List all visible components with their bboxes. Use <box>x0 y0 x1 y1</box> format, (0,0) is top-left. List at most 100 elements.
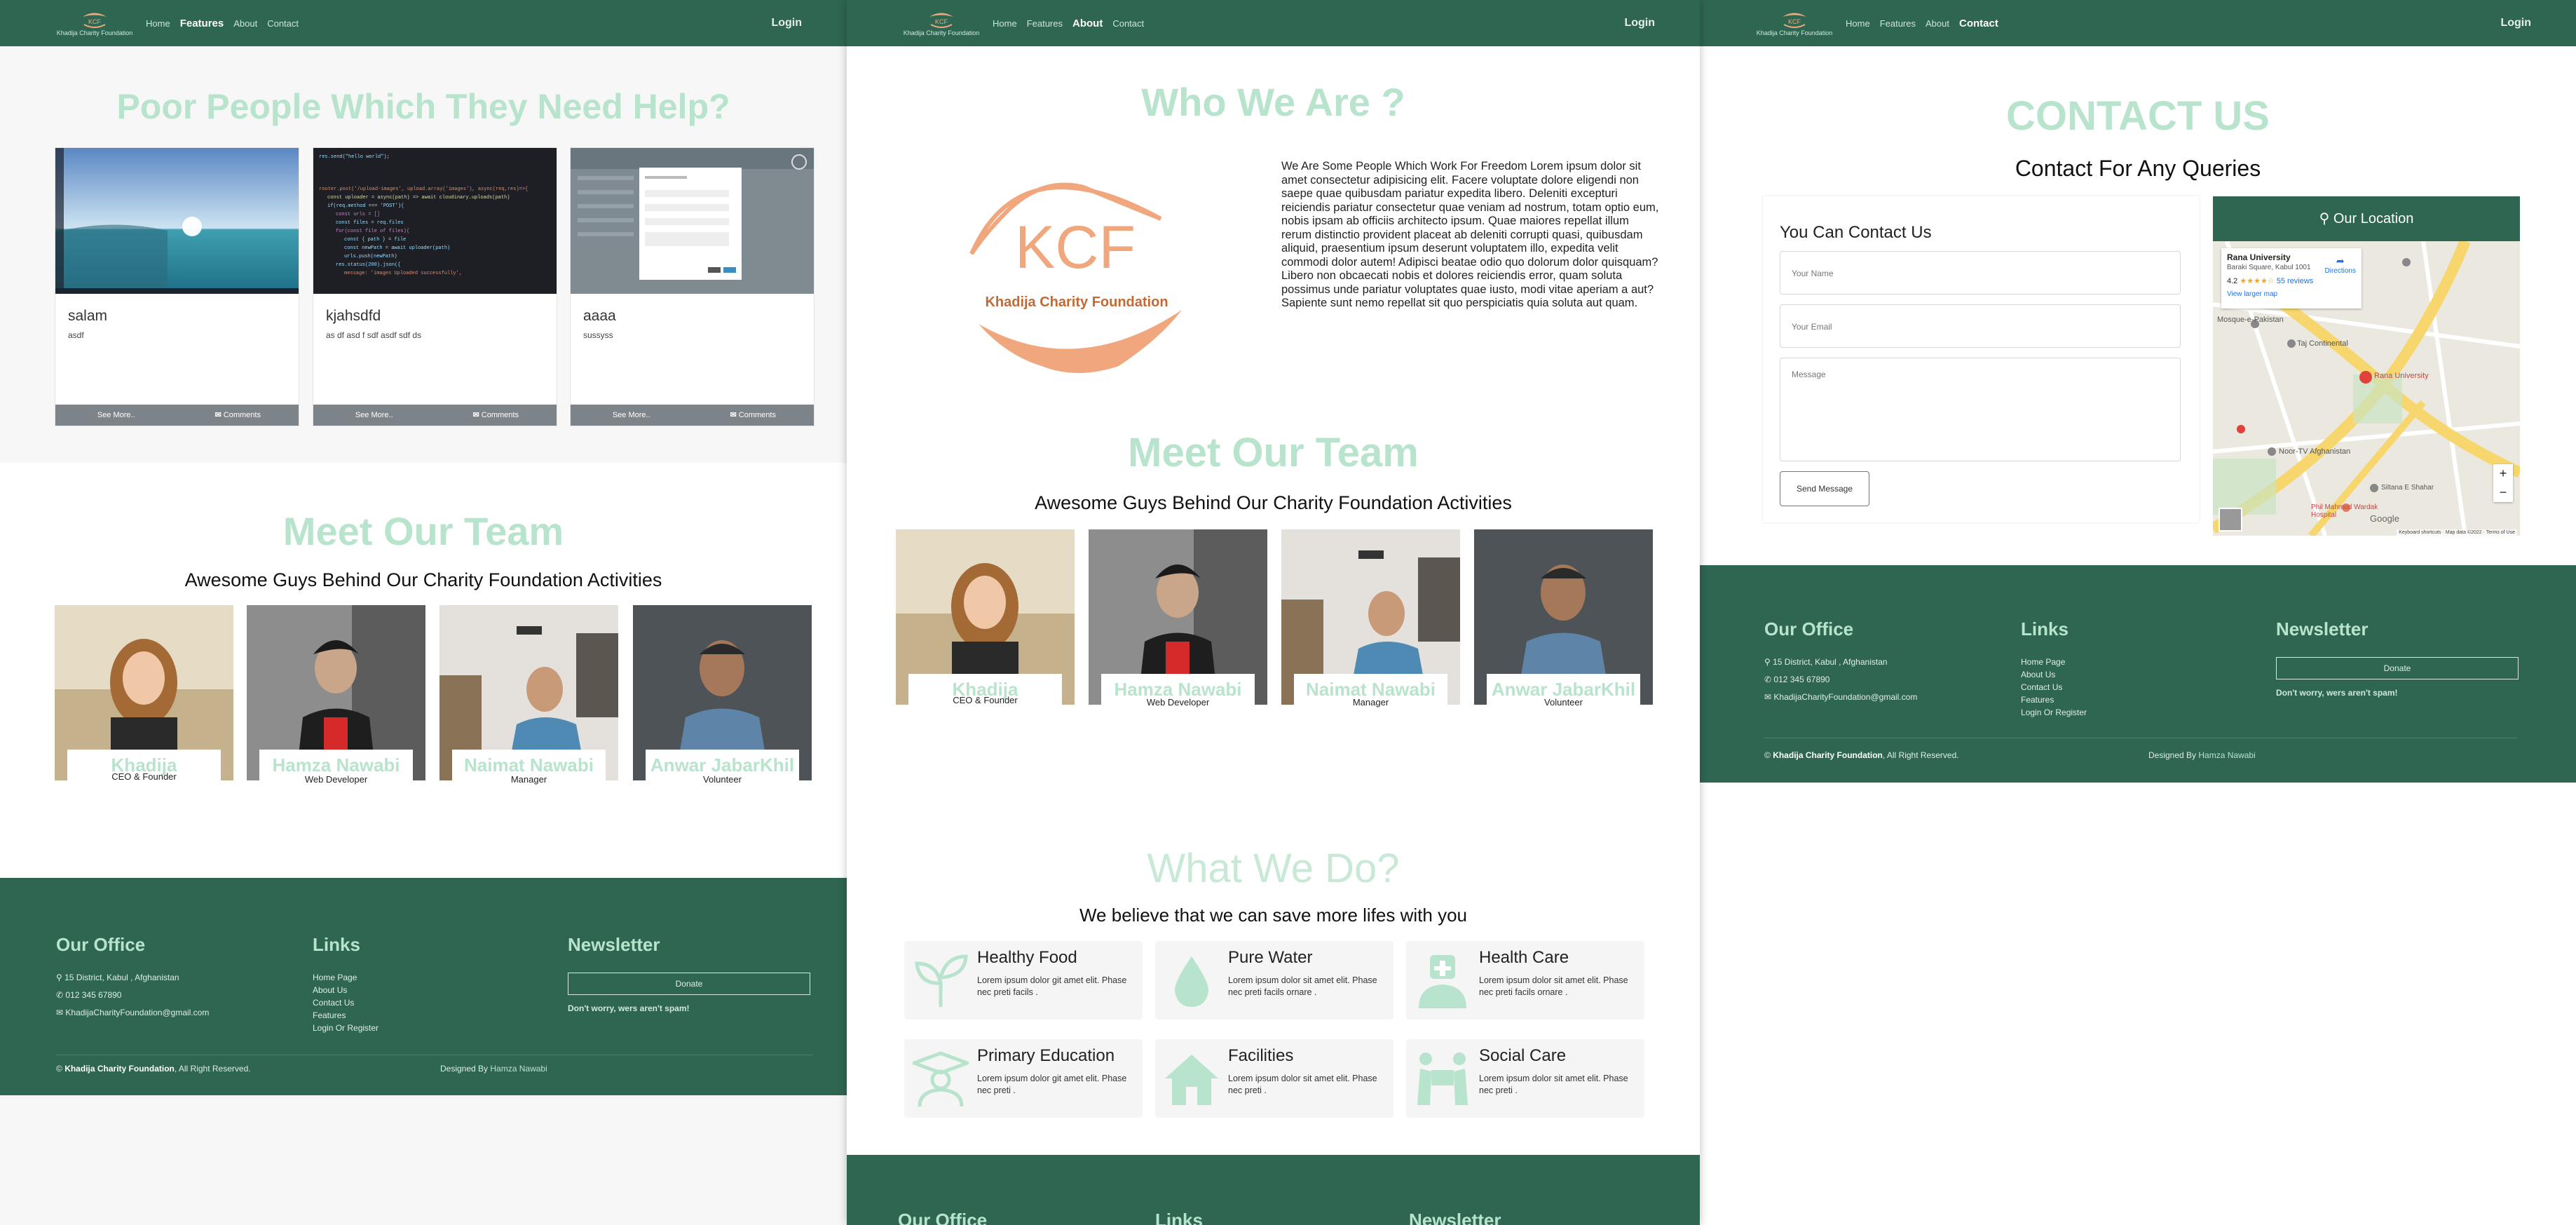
comment-icon: ✉ <box>472 411 482 419</box>
footer-link-about[interactable]: About Us <box>313 985 379 995</box>
team-member-card: Naimat Nawabi <box>1281 529 1460 705</box>
footer: Our Office ⚲ 15 District, Kabul , Afghan… <box>1700 565 2576 783</box>
nav-features[interactable]: Features <box>1880 18 1916 29</box>
login-link[interactable]: Login <box>2500 17 2531 29</box>
nav-home[interactable]: Home <box>146 18 170 29</box>
comments-button[interactable]: ✉ Comments <box>693 405 815 426</box>
footer-link-features[interactable]: Features <box>313 1010 379 1020</box>
donate-button[interactable]: Donate <box>568 973 810 995</box>
nav-about[interactable]: About <box>1072 18 1103 29</box>
footer-link-about[interactable]: About Us <box>2021 670 2087 679</box>
feature-card: aaaa sussyss See More.. ✉ Comments <box>570 147 815 426</box>
brand-name: Khadija Charity Foundation <box>1756 29 1833 36</box>
see-more-button[interactable]: See More.. <box>55 405 177 426</box>
kcf-logo-icon: KCF <box>1783 13 1806 28</box>
nav-about[interactable]: About <box>233 18 257 29</box>
service-title: Social Care <box>1479 1046 1567 1065</box>
message-input[interactable]: Message <box>1780 358 2181 461</box>
comments-button[interactable]: ✉ Comments <box>177 405 299 426</box>
team-member-card: Hamza Nawabi <box>1089 529 1267 705</box>
nav-features[interactable]: Features <box>180 18 224 29</box>
copyright: © Khadija Charity Foundation, All Right … <box>1764 750 1959 760</box>
map[interactable]: Rana University Baraki Square, Kabul 100… <box>2213 241 2520 536</box>
nav-home[interactable]: Home <box>1846 18 1870 29</box>
team-member-card: Khadija Heiderzada <box>55 605 233 780</box>
member-role: CEO & Founder <box>111 771 177 782</box>
footer-links-title: Links <box>2021 618 2069 639</box>
footer-links-title: Links <box>1155 1210 1203 1225</box>
team-member-card: Hamza Nawabi <box>247 605 425 780</box>
contact-page: KCF Khadija Charity Foundation Home Feat… <box>1700 0 2576 1225</box>
svg-text:KCF: KCF <box>1015 214 1136 281</box>
zoom-out-button[interactable]: − <box>2493 483 2513 502</box>
svg-text:Khadija Charity Foundation: Khadija Charity Foundation <box>985 295 1168 310</box>
member-role: Manager <box>1352 697 1389 708</box>
card-image: res.send("hello world"); router.post('/up… <box>313 148 557 294</box>
view-larger-map-link[interactable]: View larger map <box>2227 290 2277 298</box>
services-subheading: We believe that we can save more lifes w… <box>1079 905 1467 926</box>
navbar: KCF Khadija Charity Foundation Home Feat… <box>0 0 847 46</box>
card-title: aaaa <box>583 308 616 324</box>
send-message-button[interactable]: Send Message <box>1780 471 1869 506</box>
footer-link-home[interactable]: Home Page <box>313 973 379 982</box>
designer-link[interactable]: Hamza Nawabi <box>2198 750 2255 760</box>
nav-contact[interactable]: Contact <box>267 18 299 29</box>
comments-button[interactable]: ✉ Comments <box>435 405 557 426</box>
donate-button[interactable]: Donate <box>2276 657 2519 679</box>
nav-contact[interactable]: Contact <box>1959 18 1998 29</box>
email-input[interactable]: Your Email <box>1780 304 2181 348</box>
zoom-control: + − <box>2493 464 2513 502</box>
footer-link-contact[interactable]: Contact Us <box>2021 682 2087 692</box>
designer-link[interactable]: Hamza Nawabi <box>490 1064 547 1074</box>
name-input[interactable]: Your Name <box>1780 251 2181 295</box>
service-title: Health Care <box>1479 948 1569 967</box>
login-link[interactable]: Login <box>771 17 802 29</box>
house-icon <box>1165 1055 1218 1105</box>
see-more-button[interactable]: See More.. <box>313 405 435 426</box>
nav-home[interactable]: Home <box>993 18 1017 29</box>
footer-address: ⚲ 15 District, Kabul , Afghanistan <box>1764 657 1888 667</box>
features-heading: Poor People Which They Need Help? <box>116 87 730 126</box>
footer-link-home[interactable]: Home Page <box>2021 657 2087 667</box>
footer-links-title: Links <box>313 934 360 955</box>
svg-text:router.post('/upload-images',: router.post('/upload-images', upload.arr… <box>319 187 528 192</box>
map-thumbnail[interactable] <box>2219 508 2242 532</box>
see-more-button[interactable]: See More.. <box>571 405 693 426</box>
kcf-logo-large-icon: KCF Khadija Charity Foundation <box>969 182 1182 373</box>
svg-text:res.send("hello world");: res.send("hello world"); <box>319 154 390 160</box>
directions-button[interactable]: ➦ Directions <box>2325 255 2356 275</box>
service-card: Pure Water Lorem ipsum dolor sit amet el… <box>1155 941 1393 1020</box>
copyright: © Khadija Charity Foundation, All Right … <box>56 1064 251 1074</box>
nav-features[interactable]: Features <box>1027 18 1063 29</box>
comment-icon: ✉ <box>730 411 739 419</box>
footer-address: ⚲ 15 District, Kabul , Afghanistan <box>56 973 179 982</box>
map-place-address: Baraki Square, Kabul 1001 <box>2227 264 2311 271</box>
footer-email: ✉ KhadijaCharityFoundation@gmail.com <box>1764 692 1918 702</box>
team-heading: Meet Our Team <box>1128 430 1419 475</box>
brand-name: Khadija Charity Foundation <box>56 29 133 36</box>
brand-logo[interactable]: KCF Khadija Charity Foundation <box>1756 6 1833 41</box>
contact-form: You Can Contact Us Your Name Your Email … <box>1763 196 2199 522</box>
footer: Our Office ⚲ 15 District, Kabul , Afghan… <box>0 878 847 1095</box>
brand-logo[interactable]: KCF Khadija Charity Foundation <box>56 6 133 41</box>
login-link[interactable]: Login <box>1624 17 1655 29</box>
svg-text:res.status(200).json({: res.status(200).json({ <box>336 262 400 268</box>
team-heading: Meet Our Team <box>282 509 564 553</box>
service-card: Facilities Lorem ipsum dolor sit amet el… <box>1155 1039 1393 1118</box>
nav-about[interactable]: About <box>1926 18 1949 29</box>
member-role: Manager <box>510 774 547 785</box>
member-name: Hamza Nawabi <box>272 754 400 776</box>
comments-label: Comments <box>738 411 776 419</box>
about-heading: Who We Are ? <box>1141 80 1405 124</box>
card-image <box>55 148 299 294</box>
zoom-in-button[interactable]: + <box>2493 464 2513 483</box>
footer-newsletter-title: Newsletter <box>2276 618 2369 639</box>
rana-university-marker <box>2359 371 2372 384</box>
footer-link-login[interactable]: Login Or Register <box>2021 708 2087 717</box>
nav-contact[interactable]: Contact <box>1112 18 1144 29</box>
brand-logo[interactable]: KCF Khadija Charity Foundation <box>903 6 980 41</box>
footer-link-login[interactable]: Login Or Register <box>313 1023 379 1033</box>
footer-link-contact[interactable]: Contact Us <box>313 998 379 1008</box>
water-drop-icon <box>1174 956 1209 1007</box>
footer-link-features[interactable]: Features <box>2021 695 2087 705</box>
